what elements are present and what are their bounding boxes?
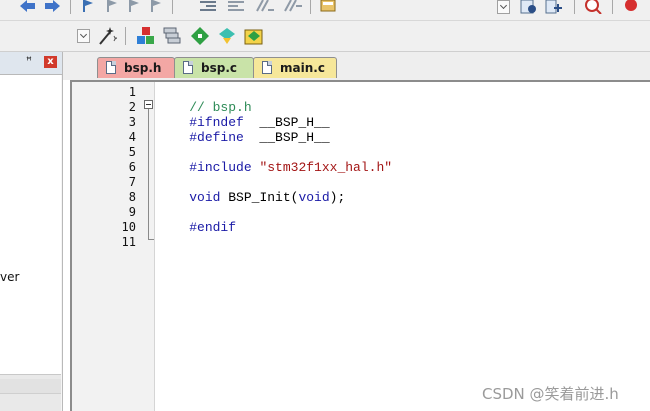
line-number: 11 [121,235,136,249]
code-text: BSP_Init( [220,190,299,205]
dropdown-icon[interactable] [497,0,510,14]
code-line[interactable]: // bsp.h [158,85,251,115]
pin-icon[interactable]: ꟸ [26,57,32,67]
indent-icon[interactable] [200,0,218,12]
code-text: __BSP_H__ [243,130,330,145]
dropdown-icon[interactable] [77,29,90,43]
file-icon [183,61,193,74]
fold-guide-end [148,239,154,240]
file-icon [262,61,272,74]
fold-toggle-icon[interactable] [144,100,153,109]
editor-tabs: bsp.h bsp.c main.c [63,52,650,80]
line-number: 5 [128,145,136,159]
uncomment-icon[interactable] [284,0,302,12]
code-line[interactable]: #ifndef __BSP_H__ [158,100,329,130]
bookmark-clear-icon[interactable] [148,0,164,12]
line-number: 6 [128,160,136,174]
line-number: 2 [128,100,136,114]
toolbar-separator [310,0,311,14]
pack-installer-icon[interactable] [190,26,210,46]
line-number: 7 [128,175,136,189]
toolbar-separator [172,0,173,14]
tab-bsp-h[interactable]: bsp.h [97,57,175,78]
toolbar-separator [574,0,575,14]
line-number: 10 [121,220,136,234]
code-keyword: void [298,190,330,205]
code-text: ); [329,190,346,205]
line-number: 3 [128,115,136,129]
tab-label: bsp.c [201,61,237,75]
insert-icon[interactable] [545,0,563,14]
project-tree: ver [0,75,61,375]
tab-label: bsp.h [124,61,162,75]
project-tree-item[interactable]: ver [0,270,19,284]
arrow-left-icon[interactable] [18,0,36,12]
arrow-right-icon[interactable] [44,0,62,12]
code-line[interactable]: #endif [158,205,236,235]
toolbar-separator [70,0,71,14]
code-line[interactable]: #define __BSP_H__ [158,115,329,145]
tab-main-c[interactable]: main.c [253,57,337,78]
search-icon[interactable] [584,0,602,14]
line-number: 4 [128,130,136,144]
bookmark-icon[interactable] [80,0,96,12]
debug-icon[interactable] [520,0,538,14]
magic-wand-icon[interactable] [97,26,117,46]
file-icon [106,61,116,74]
select-device-icon[interactable] [217,26,237,46]
code-keyword: #define [189,130,244,145]
code-editor[interactable]: 1 2 3 4 5 6 7 8 9 10 11 // bsp.h #ifndef… [70,80,650,411]
comment-icon[interactable] [256,0,274,12]
find-in-files-icon[interactable] [320,0,338,12]
code-keyword: #include [189,160,260,175]
toolbar-separator [125,27,126,45]
bookmark-next-icon[interactable] [126,0,142,12]
project-panel-footer [0,374,61,411]
breakpoint-icon[interactable] [624,0,638,12]
line-number: 9 [128,205,136,219]
project-panel: ꟸ x ver [0,52,63,411]
fold-guide [148,109,149,240]
code-keyword: void [189,190,221,205]
tab-label: main.c [280,61,325,75]
project-toolbar [0,21,650,52]
code-string: "stm32f1xx_hal.h" [259,160,393,175]
line-number-gutter: 1 2 3 4 5 6 7 8 9 10 11 [72,82,155,411]
toolbar-separator [612,0,613,14]
project-panel-header: ꟸ x [0,52,62,75]
line-number: 1 [128,85,136,99]
software-packs-icon[interactable] [244,26,264,46]
code-keyword: #endif [189,220,237,235]
watermark: CSDN @笑着前进.h [482,385,619,403]
close-icon[interactable]: x [44,56,57,68]
unindent-icon[interactable] [228,0,246,12]
top-toolbar [0,0,650,21]
build-target-icon[interactable] [162,26,182,46]
bookmark-prev-icon[interactable] [104,0,120,12]
tab-bsp-c[interactable]: bsp.c [174,57,254,78]
code-line[interactable]: void BSP_Init(void); [158,175,345,205]
manage-components-icon[interactable] [136,26,156,46]
code-line[interactable]: #include "stm32f1xx_hal.h" [158,145,392,175]
line-number: 8 [128,190,136,204]
